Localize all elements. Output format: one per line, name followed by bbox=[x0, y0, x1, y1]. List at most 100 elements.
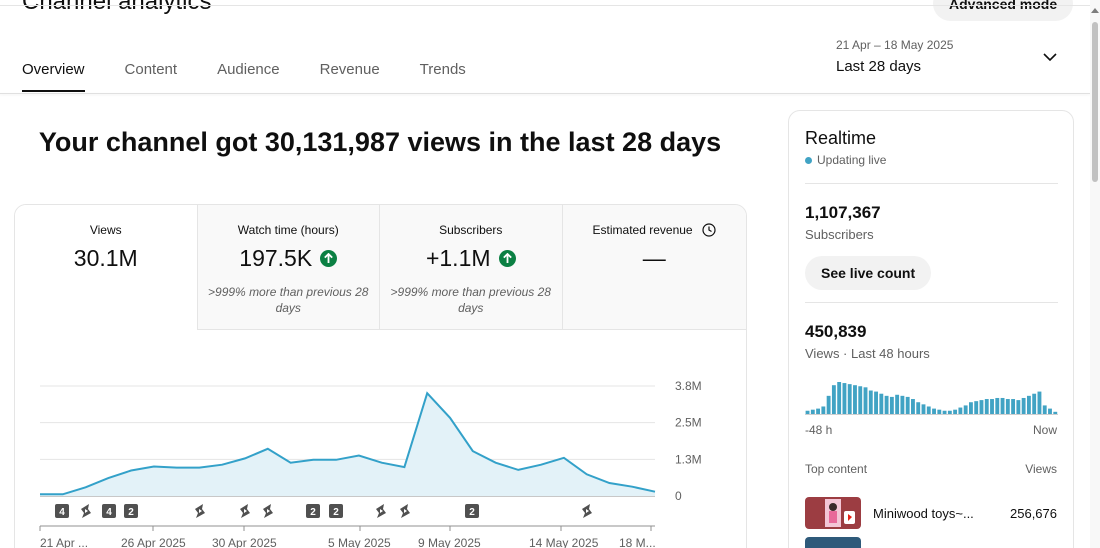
upload-count-badge[interactable]: 4 bbox=[102, 504, 116, 518]
data-point[interactable] bbox=[83, 485, 88, 490]
realtime-bar[interactable] bbox=[900, 395, 905, 415]
data-point[interactable] bbox=[197, 465, 202, 470]
upload-count-badge[interactable]: 4 bbox=[55, 504, 69, 518]
realtime-bar[interactable] bbox=[858, 386, 863, 415]
tab-audience[interactable]: Audience bbox=[217, 61, 280, 90]
tab-content[interactable]: Content bbox=[125, 61, 178, 90]
data-point[interactable] bbox=[630, 484, 635, 489]
data-point[interactable] bbox=[561, 455, 566, 460]
realtime-bar[interactable] bbox=[826, 395, 831, 415]
realtime-bar[interactable] bbox=[853, 385, 857, 415]
data-point[interactable] bbox=[402, 465, 407, 470]
data-point[interactable] bbox=[311, 457, 316, 462]
data-point[interactable] bbox=[470, 449, 475, 454]
metric-watch-time[interactable]: Watch time (hours) 197.5K >999% more tha… bbox=[197, 205, 380, 330]
shorts-icon[interactable] bbox=[81, 504, 91, 518]
top-content-views-label: Views bbox=[1025, 462, 1057, 476]
realtime-bar[interactable] bbox=[995, 397, 1000, 415]
scrollbar-thumb[interactable] bbox=[1092, 22, 1098, 182]
data-point[interactable] bbox=[334, 457, 339, 462]
video-thumbnail[interactable] bbox=[805, 537, 861, 548]
y-tick-label: 2.5M bbox=[675, 416, 702, 430]
realtime-bar[interactable] bbox=[1021, 397, 1026, 415]
metric-tabs: Views 30.1M Watch time (hours) 197.5K >9… bbox=[15, 205, 746, 330]
data-point[interactable] bbox=[448, 415, 453, 420]
realtime-bar[interactable] bbox=[1032, 393, 1037, 415]
divider bbox=[805, 302, 1058, 303]
data-point[interactable] bbox=[174, 465, 179, 470]
data-point[interactable] bbox=[265, 446, 270, 451]
upload-count-badge[interactable]: 2 bbox=[465, 504, 479, 518]
data-point[interactable] bbox=[425, 391, 430, 396]
y-tick-label: 3.8M bbox=[675, 379, 702, 393]
realtime-bar[interactable] bbox=[889, 396, 894, 415]
data-point[interactable] bbox=[607, 480, 612, 485]
data-point[interactable] bbox=[60, 492, 65, 497]
data-point[interactable] bbox=[151, 464, 156, 469]
shorts-icon[interactable] bbox=[400, 504, 410, 518]
realtime-bar[interactable] bbox=[874, 391, 878, 415]
scroll-up-arrow-icon[interactable] bbox=[1091, 8, 1099, 13]
advanced-mode-button[interactable]: Advanced mode bbox=[933, 0, 1074, 21]
realtime-bar[interactable] bbox=[895, 394, 900, 415]
data-point[interactable] bbox=[584, 472, 589, 477]
tab-overview[interactable]: Overview bbox=[22, 61, 85, 92]
realtime-bar[interactable] bbox=[879, 393, 884, 415]
data-point[interactable] bbox=[106, 476, 111, 481]
see-live-count-button[interactable]: See live count bbox=[805, 256, 932, 290]
realtime-bar[interactable] bbox=[905, 396, 910, 415]
realtime-bar[interactable] bbox=[990, 399, 994, 415]
views-chart: 3.8M 2.5M 1.3M 0 4 4 2 2 2 2 21 Apr ... 26 Apr 2025… bbox=[15, 330, 746, 548]
top-content-title[interactable]: Miniwood toys~... bbox=[873, 506, 974, 521]
realtime-bar[interactable] bbox=[842, 383, 847, 415]
realtime-bar[interactable] bbox=[984, 399, 989, 415]
metric-views[interactable]: Views 30.1M bbox=[15, 205, 198, 330]
realtime-bar[interactable] bbox=[884, 395, 889, 415]
realtime-bar[interactable] bbox=[847, 384, 852, 415]
realtime-bar[interactable] bbox=[1026, 395, 1031, 415]
divider bbox=[805, 183, 1058, 184]
tab-trends[interactable]: Trends bbox=[420, 61, 466, 90]
data-point[interactable] bbox=[653, 489, 658, 494]
chevron-down-icon[interactable] bbox=[1043, 53, 1057, 62]
data-point[interactable] bbox=[493, 460, 498, 465]
shorts-icon[interactable] bbox=[582, 504, 592, 518]
metric-estimated-revenue[interactable]: Estimated revenue — bbox=[562, 205, 746, 330]
live-status: Updating live bbox=[805, 153, 886, 167]
shorts-icon[interactable] bbox=[263, 504, 273, 518]
realtime-bar[interactable] bbox=[974, 401, 979, 415]
shorts-icon[interactable] bbox=[376, 504, 386, 518]
tab-revenue[interactable]: Revenue bbox=[320, 61, 380, 90]
realtime-bar[interactable] bbox=[1000, 397, 1005, 415]
realtime-bar[interactable] bbox=[1016, 400, 1021, 415]
realtime-bar[interactable] bbox=[911, 399, 915, 415]
upload-count-badge[interactable]: 2 bbox=[329, 504, 343, 518]
video-thumbnail[interactable] bbox=[805, 497, 861, 529]
date-range-selector[interactable]: 21 Apr – 18 May 2025 Last 28 days bbox=[836, 38, 1066, 78]
data-point[interactable] bbox=[516, 467, 521, 472]
data-point[interactable] bbox=[220, 462, 225, 467]
svg-text:4: 4 bbox=[59, 507, 65, 518]
shorts-icon[interactable] bbox=[240, 504, 250, 518]
realtime-bar[interactable] bbox=[979, 400, 984, 415]
realtime-bar[interactable] bbox=[831, 385, 836, 415]
realtime-bar[interactable] bbox=[868, 390, 873, 415]
data-point[interactable] bbox=[288, 460, 293, 465]
data-point[interactable] bbox=[379, 460, 384, 465]
realtime-bar[interactable] bbox=[1037, 391, 1042, 415]
data-point[interactable] bbox=[539, 462, 544, 467]
data-point[interactable] bbox=[243, 456, 248, 461]
realtime-bar[interactable] bbox=[837, 382, 842, 415]
data-point[interactable] bbox=[129, 468, 134, 473]
shorts-icon[interactable] bbox=[195, 504, 205, 518]
data-point[interactable] bbox=[38, 492, 43, 497]
metrics-card: Views 30.1M Watch time (hours) 197.5K >9… bbox=[14, 204, 747, 548]
metric-subscribers[interactable]: Subscribers +1.1M >999% more than previo… bbox=[380, 205, 563, 330]
realtime-bar[interactable] bbox=[1005, 399, 1010, 415]
realtime-bar[interactable] bbox=[863, 387, 868, 415]
data-point[interactable] bbox=[356, 453, 361, 458]
upload-count-badge[interactable]: 2 bbox=[306, 504, 320, 518]
realtime-bar[interactable] bbox=[1011, 399, 1016, 415]
upload-count-badge[interactable]: 2 bbox=[124, 504, 138, 518]
subscriber-count: 1,107,367 bbox=[805, 203, 881, 222]
